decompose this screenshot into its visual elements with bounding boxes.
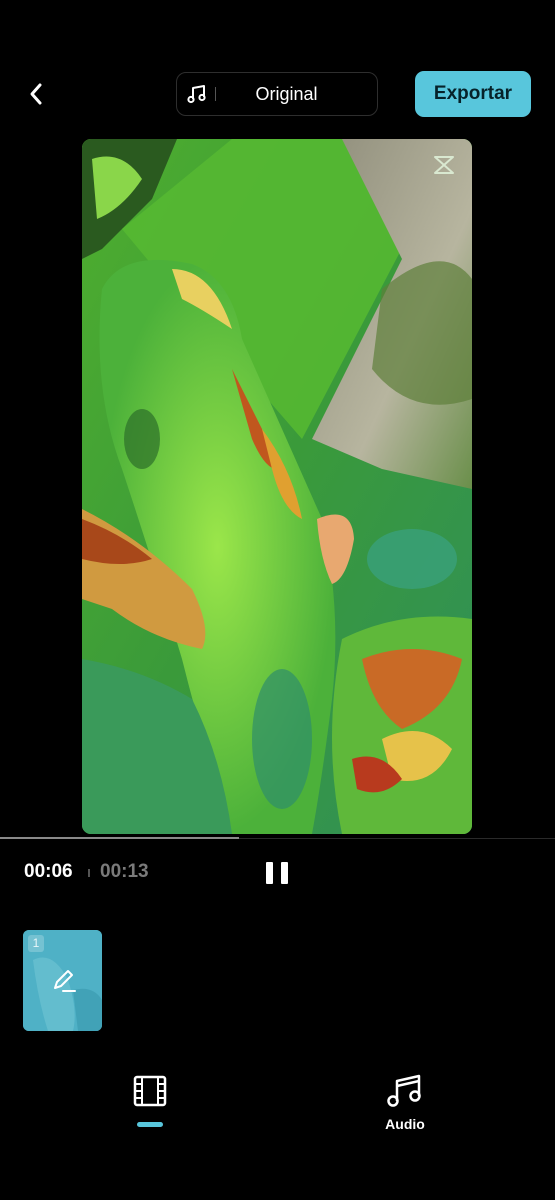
pause-button[interactable] bbox=[263, 858, 293, 888]
tab-video[interactable] bbox=[126, 1071, 174, 1133]
tab-audio-label: Audio bbox=[385, 1116, 425, 1132]
back-button[interactable] bbox=[18, 76, 54, 112]
time-separator bbox=[88, 869, 90, 877]
clip-number: 1 bbox=[28, 935, 44, 952]
audio-source-label: Original bbox=[255, 83, 318, 104]
progress-fill bbox=[0, 837, 239, 839]
video-preview[interactable] bbox=[82, 139, 472, 834]
video-frame-image bbox=[82, 139, 472, 834]
chevron-left-icon bbox=[30, 83, 42, 105]
music-notes-icon bbox=[387, 1074, 421, 1107]
export-button[interactable]: Exportar bbox=[415, 71, 531, 117]
pencil-edit-icon bbox=[54, 970, 76, 992]
audio-source-selector[interactable]: Original bbox=[176, 72, 378, 116]
music-note-icon bbox=[179, 72, 215, 116]
tab-audio[interactable]: Audio bbox=[372, 1071, 438, 1133]
film-strip-icon bbox=[133, 1075, 167, 1107]
active-tab-indicator bbox=[137, 1122, 163, 1127]
clip-thumbnail[interactable]: 1 bbox=[23, 930, 102, 1031]
current-time: 00:06 bbox=[24, 861, 73, 882]
capcut-logo-icon bbox=[434, 156, 454, 174]
total-time: 00:13 bbox=[100, 861, 149, 882]
